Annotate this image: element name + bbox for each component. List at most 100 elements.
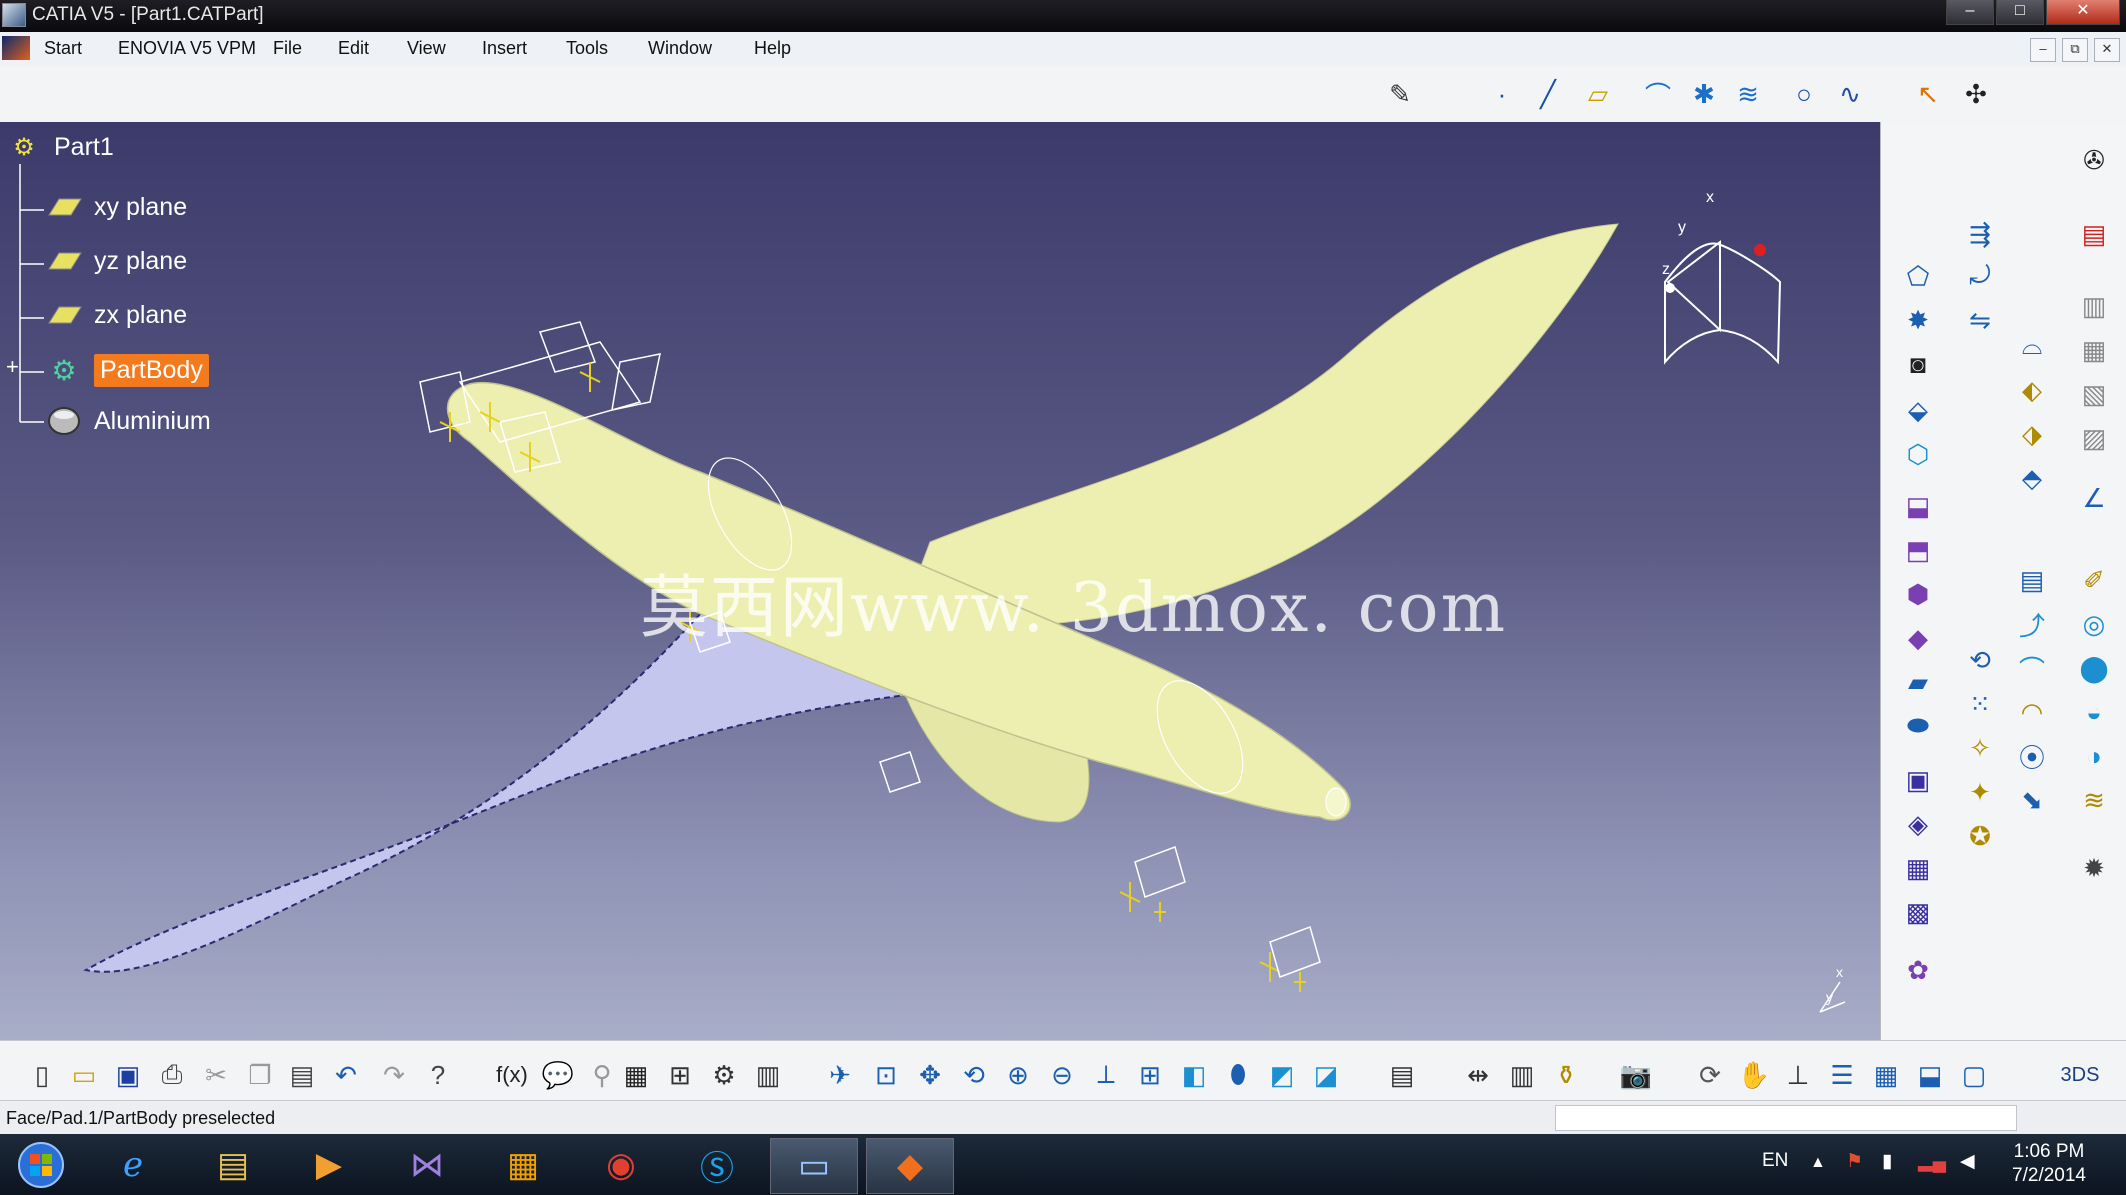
formula-icon[interactable]: f(x) (494, 1057, 530, 1093)
minimize-button[interactable]: – (1946, 0, 1994, 25)
scaling-icon[interactable]: ✦ (1961, 774, 1999, 810)
slot-icon[interactable]: ⬡ (1899, 436, 1937, 472)
doc-minimize-button[interactable]: – (2030, 38, 2056, 62)
sphere-surface-icon[interactable]: ⬗ (2013, 416, 2051, 452)
paste-icon[interactable]: ▤ (284, 1057, 320, 1093)
fit-all-icon[interactable]: ⊡ (868, 1057, 904, 1093)
start-orb-icon[interactable] (2, 1138, 80, 1192)
menu-view[interactable]: View (407, 38, 446, 59)
shading-icon[interactable]: ⬮ (1220, 1057, 1256, 1093)
power-input-field[interactable] (1555, 1105, 2017, 1131)
skype-icon[interactable]: Ⓢ (674, 1138, 760, 1192)
catia-taskbar-icon[interactable]: ◆ (866, 1138, 954, 1194)
offset-surface-icon[interactable]: ⬘ (2013, 460, 2051, 496)
menu-file[interactable]: File (273, 38, 302, 59)
rect-pattern-icon[interactable]: ⟲ (1961, 642, 1999, 678)
symmetry-icon[interactable]: ⇋ (1961, 302, 1999, 338)
menu-start[interactable]: Start (44, 38, 82, 59)
catalog-browser-icon[interactable]: ▥ (750, 1057, 786, 1093)
menu-window[interactable]: Window (648, 38, 712, 59)
measure-inertia-icon[interactable]: ⚱ (1548, 1057, 1584, 1093)
sew-surface-icon[interactable]: ▩ (1899, 894, 1937, 930)
compass-icon[interactable]: x y z (1662, 189, 1782, 365)
tree-reorder-icon[interactable]: ☰ (1824, 1057, 1860, 1093)
blend-icon[interactable]: ◠ (2013, 694, 2051, 730)
internet-explorer-icon[interactable]: ℯ (90, 1138, 176, 1192)
select-arrow-icon[interactable]: ↖ (1910, 76, 1946, 112)
maximize-button[interactable]: □ (1996, 0, 2044, 25)
menu-tools[interactable]: Tools (566, 38, 608, 59)
point-icon[interactable]: · (1484, 76, 1520, 112)
connect-checker-icon[interactable]: ⬤ (2075, 650, 2113, 686)
rib-icon[interactable]: ⬙ (1899, 392, 1937, 428)
save-icon[interactable]: ▣ (110, 1057, 146, 1093)
loft-icon[interactable]: ⌒ (2013, 650, 2051, 686)
axis-system-icon[interactable]: ⊥ (1780, 1057, 1816, 1093)
tree-root[interactable]: ⚙ Part1 (4, 132, 114, 162)
manual-update-icon[interactable]: ✋ (1736, 1057, 1772, 1093)
menu-help[interactable]: Help (754, 38, 791, 59)
measure-icon[interactable]: ▤ (1384, 1057, 1420, 1093)
tree-item-partbody[interactable]: ⚙ PartBody (44, 354, 209, 387)
whats-this-icon[interactable]: ? (420, 1057, 456, 1093)
part-design-icon[interactable]: ▦ (2075, 332, 2113, 368)
apply-material-icon[interactable]: ✹ (2075, 850, 2113, 886)
measure-item-icon[interactable]: ▥ (1504, 1057, 1540, 1093)
plus-icon[interactable]: + (6, 354, 32, 380)
projection-icon[interactable]: ⌒ (1640, 76, 1676, 112)
draft-analysis-icon[interactable]: ✐ (2075, 562, 2113, 598)
join-icon[interactable]: ⦿ (2013, 738, 2051, 774)
boolean-icon[interactable]: ✿ (1899, 952, 1937, 988)
sketcher-icon[interactable]: ✎ (1382, 76, 1418, 112)
tree-expand-partbody[interactable]: + (6, 354, 32, 380)
tray-arrow-icon[interactable]: ▲ (1810, 1154, 1826, 1172)
pocket-icon[interactable]: ✸ (1899, 302, 1937, 338)
fill-icon[interactable]: ⤴ (2013, 606, 2051, 642)
catia-app-icon[interactable] (2, 3, 26, 27)
pdf-icon[interactable]: ▤ (2075, 216, 2113, 252)
grid-icon[interactable]: ▦ (1868, 1057, 1904, 1093)
line-icon[interactable]: ╱ (1530, 76, 1566, 112)
fillet-icon[interactable]: ⬓ (1899, 488, 1937, 524)
analysis-icon[interactable]: ∠ (2075, 480, 2113, 516)
menu-edit[interactable]: Edit (338, 38, 369, 59)
user-pattern-icon[interactable]: ✧ (1961, 730, 1999, 766)
snap-icon[interactable]: ▢ (1956, 1057, 1992, 1093)
thickness-icon[interactable]: ▰ (1899, 664, 1937, 700)
sweep-icon[interactable]: ▤ (2013, 562, 2051, 598)
menu-enovia[interactable]: ENOVIA V5 VPM (118, 38, 256, 59)
network-icon[interactable]: ▂▄ (1918, 1150, 1946, 1173)
shell-icon[interactable]: ◆ (1899, 620, 1937, 656)
swap-space-icon[interactable]: ◪ (1308, 1057, 1344, 1093)
normal-view-icon[interactable]: ⟂ (1088, 1057, 1124, 1093)
comment-icon[interactable]: 💬 (540, 1057, 576, 1093)
affinity-icon[interactable]: ✪ (1961, 818, 1999, 854)
chrome-icon[interactable]: ◉ (578, 1138, 664, 1192)
knowledge-icon[interactable]: ✇ (2075, 142, 2113, 178)
measure-between-icon[interactable]: ⇹ (1460, 1057, 1496, 1093)
spline-icon[interactable]: ∿ (1832, 76, 1868, 112)
work-support-icon[interactable]: ⬓ (1912, 1057, 1948, 1093)
zoom-in-icon[interactable]: ⊕ (1000, 1057, 1036, 1093)
cut-icon[interactable]: ✂ (198, 1057, 234, 1093)
intersection-icon[interactable]: ✱ (1686, 76, 1722, 112)
heal-icon[interactable]: ⬊ (2013, 782, 2051, 818)
zoom-out-icon[interactable]: ⊖ (1044, 1057, 1080, 1093)
open-icon[interactable]: ▭ (66, 1057, 102, 1093)
copy-icon[interactable]: ❐ (242, 1057, 278, 1093)
hole-icon[interactable]: ◙ (1899, 346, 1937, 382)
fly-mode-icon[interactable]: ✈ (822, 1057, 858, 1093)
circle-icon[interactable]: ○ (1786, 76, 1822, 112)
iso-view-icon[interactable]: ◧ (1176, 1057, 1212, 1093)
pan-icon[interactable]: ✥ (912, 1057, 948, 1093)
plane-tool-icon[interactable]: ▱ (1580, 76, 1616, 112)
chamfer-icon[interactable]: ⬒ (1899, 532, 1937, 568)
split-icon[interactable]: ▣ (1899, 762, 1937, 798)
hierarchy-icon[interactable]: ⊞ (662, 1057, 698, 1093)
hide-show-icon[interactable]: ◩ (1264, 1057, 1300, 1093)
porcupine-icon[interactable]: ◑ (2075, 738, 2113, 774)
shape-design-icon[interactable]: ▧ (2075, 376, 2113, 412)
rotation-icon[interactable]: ⤾ (1961, 258, 1999, 294)
media-player-icon[interactable]: ▶ (286, 1138, 372, 1192)
3d-viewport[interactable]: x y z x y ⚙ Part1 xy plane yz plane zx p… (0, 122, 1880, 1040)
